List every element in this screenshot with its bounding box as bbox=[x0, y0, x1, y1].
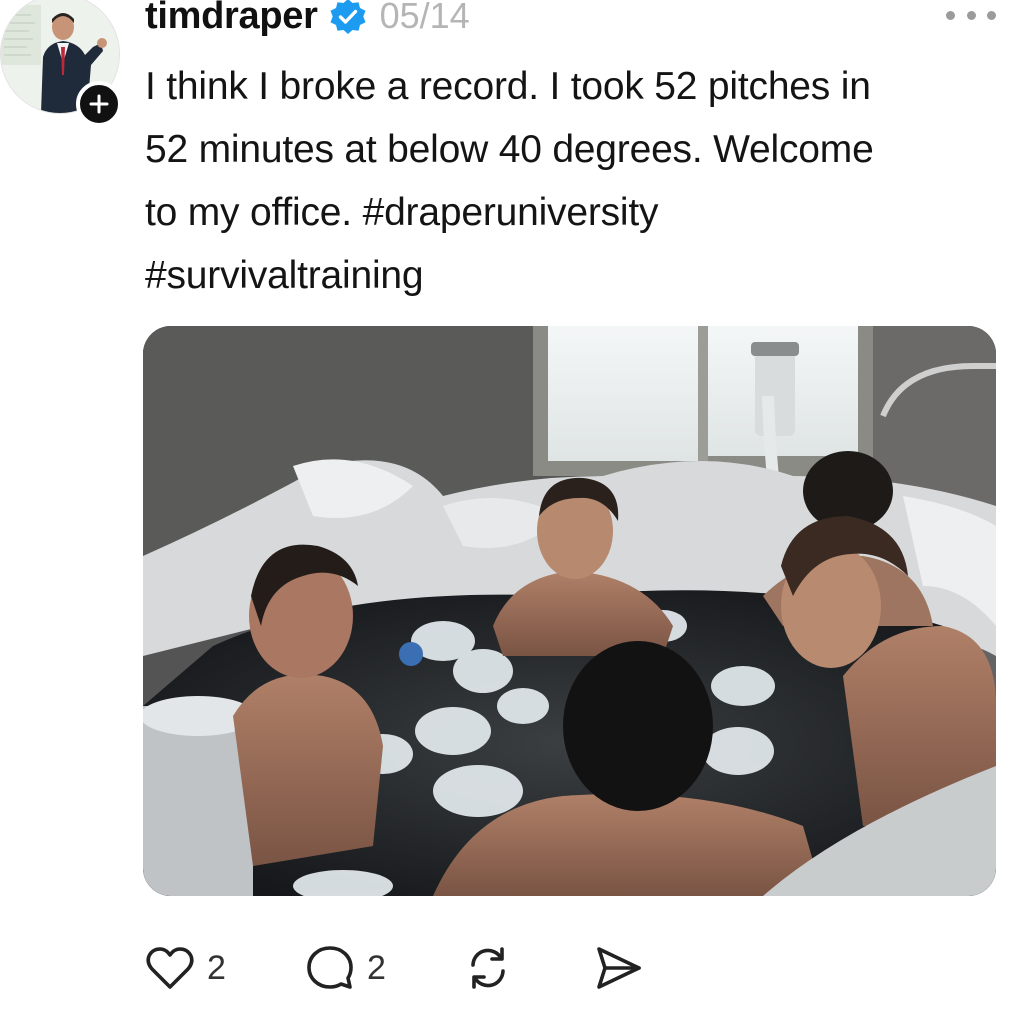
repost-button[interactable] bbox=[461, 938, 515, 998]
more-options-button[interactable] bbox=[946, 0, 996, 30]
post-text-fragment: to my office. bbox=[145, 191, 363, 234]
username[interactable]: timdraper bbox=[145, 0, 318, 38]
author-avatar-group bbox=[0, 0, 122, 127]
plus-icon bbox=[89, 94, 109, 114]
reply-button[interactable]: 2 bbox=[303, 938, 386, 998]
comment-icon bbox=[307, 946, 353, 989]
more-dots-icon bbox=[946, 10, 955, 20]
like-button[interactable]: 2 bbox=[143, 938, 226, 998]
more-dots-icon bbox=[966, 10, 976, 20]
post-date: 05/14 bbox=[379, 0, 470, 36]
post-header: timdraper 05/14 bbox=[145, 0, 470, 44]
share-button[interactable] bbox=[591, 938, 645, 998]
post-text-line: to my office. #draperuniversity bbox=[145, 181, 1005, 244]
post-image[interactable] bbox=[143, 326, 996, 896]
verified-badge-icon bbox=[330, 0, 366, 34]
follow-button[interactable] bbox=[76, 81, 122, 127]
post-text-line: 52 minutes at below 40 degrees. Welcome bbox=[145, 128, 874, 171]
post-body: I think I broke a record. I took 52 pitc… bbox=[145, 55, 1005, 307]
more-dots-icon bbox=[987, 10, 996, 20]
repost-icon bbox=[471, 947, 505, 989]
heart-icon bbox=[146, 947, 194, 989]
reply-count: 2 bbox=[367, 948, 386, 987]
hashtag-link[interactable]: #survivaltraining bbox=[145, 254, 424, 297]
post-text-line: #survivaltraining bbox=[145, 244, 1005, 307]
post-text-line: I think I broke a record. I took 52 pitc… bbox=[145, 65, 871, 108]
photo-ice-bath bbox=[143, 326, 996, 896]
like-count: 2 bbox=[207, 948, 226, 987]
send-icon bbox=[597, 947, 641, 989]
hashtag-link[interactable]: #draperuniversity bbox=[363, 191, 659, 234]
post-actions: 2 2 bbox=[143, 938, 843, 998]
